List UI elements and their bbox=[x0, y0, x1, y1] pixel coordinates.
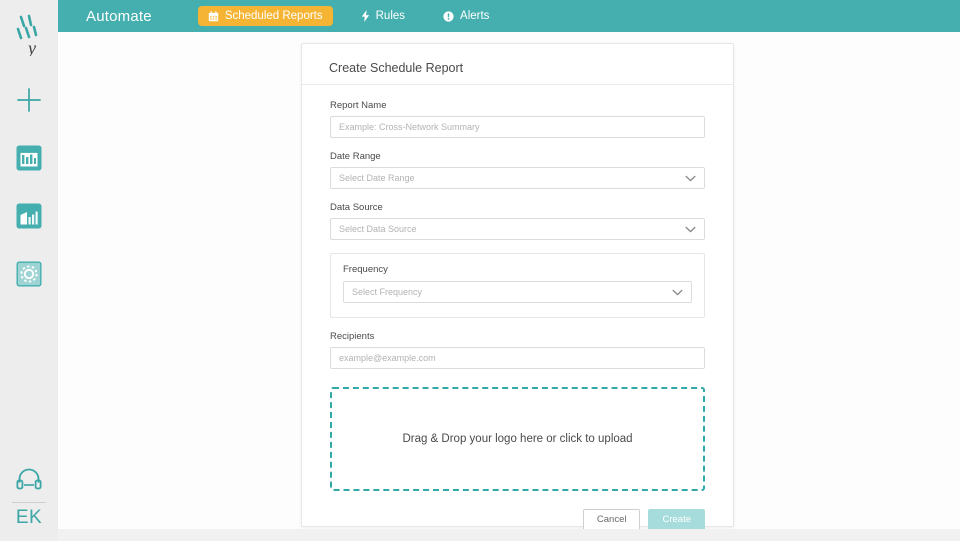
frequency-select[interactable]: Select Frequency bbox=[343, 281, 692, 303]
brand-logo-icon[interactable]: y bbox=[6, 10, 52, 58]
frequency-placeholder: Select Frequency bbox=[352, 287, 423, 297]
page-title: Create Schedule Report bbox=[302, 44, 733, 85]
alert-info-icon bbox=[443, 10, 454, 22]
chevron-down-icon bbox=[672, 289, 683, 296]
tab-rules[interactable]: Rules bbox=[351, 6, 415, 26]
field-report-name: Report Name Example: Cross-Network Summa… bbox=[330, 100, 705, 138]
tab-alerts-label: Alerts bbox=[460, 10, 490, 22]
field-data-source: Data Source Select Data Source bbox=[330, 202, 705, 240]
logo-upload-dropzone[interactable]: Drag & Drop your logo here or click to u… bbox=[330, 387, 705, 491]
tab-rules-label: Rules bbox=[375, 10, 406, 22]
recipients-placeholder: example@example.com bbox=[339, 353, 436, 363]
report-name-label: Report Name bbox=[330, 100, 387, 111]
settings-gear-icon bbox=[16, 261, 42, 287]
headset-icon bbox=[16, 468, 42, 490]
app-title: Automate bbox=[86, 7, 152, 25]
logo-upload-label: Drag & Drop your logo here or click to u… bbox=[402, 433, 633, 445]
sidebar-item-dashboard[interactable] bbox=[7, 136, 51, 180]
bar-chart-icon bbox=[16, 203, 42, 229]
form-actions: Cancel Create bbox=[330, 509, 705, 531]
report-name-placeholder: Example: Cross-Network Summary bbox=[339, 122, 480, 132]
field-date-range: Date Range Select Date Range bbox=[330, 151, 705, 189]
avatar[interactable]: EK bbox=[16, 507, 42, 531]
tab-scheduled-reports-label: Scheduled Reports bbox=[224, 10, 323, 22]
date-range-label: Date Range bbox=[330, 151, 381, 162]
recipients-input[interactable]: example@example.com bbox=[330, 347, 705, 369]
data-source-select[interactable]: Select Data Source bbox=[330, 218, 705, 240]
create-schedule-report-card: Create Schedule Report Report Name Examp… bbox=[301, 43, 734, 531]
schedule-report-form: Report Name Example: Cross-Network Summa… bbox=[330, 85, 705, 531]
lightning-bolt-icon bbox=[361, 10, 370, 22]
frequency-group: Frequency Select Frequency bbox=[330, 253, 705, 318]
report-name-input[interactable]: Example: Cross-Network Summary bbox=[330, 116, 705, 138]
sidebar-bottom: EK bbox=[0, 462, 58, 531]
recipients-label: Recipients bbox=[330, 331, 375, 342]
top-navigation-bar: Automate Scheduled Reports Rules Alerts bbox=[58, 0, 960, 32]
create-button[interactable]: Create bbox=[648, 509, 705, 531]
cancel-button[interactable]: Cancel bbox=[582, 509, 641, 531]
chevron-down-icon bbox=[685, 175, 696, 182]
app-root: y EK Automate Scheduled Reports Rules Al… bbox=[0, 0, 960, 541]
plus-icon bbox=[17, 88, 41, 112]
sidebar: y EK bbox=[0, 0, 58, 541]
field-recipients: Recipients example@example.com bbox=[330, 331, 705, 369]
support-button[interactable] bbox=[9, 462, 49, 496]
svg-text:y: y bbox=[26, 38, 36, 56]
chevron-down-icon bbox=[685, 226, 696, 233]
calendar-icon bbox=[208, 10, 219, 22]
sidebar-item-analytics[interactable] bbox=[7, 194, 51, 238]
data-source-placeholder: Select Data Source bbox=[339, 224, 417, 234]
sidebar-item-add[interactable] bbox=[7, 78, 51, 122]
date-range-placeholder: Select Date Range bbox=[339, 173, 415, 183]
tab-scheduled-reports[interactable]: Scheduled Reports bbox=[197, 6, 333, 26]
dashboard-table-icon bbox=[16, 145, 42, 171]
sidebar-item-settings[interactable] bbox=[7, 252, 51, 296]
data-source-label: Data Source bbox=[330, 202, 383, 213]
date-range-select[interactable]: Select Date Range bbox=[330, 167, 705, 189]
frequency-label: Frequency bbox=[343, 264, 388, 275]
tab-alerts[interactable]: Alerts bbox=[433, 6, 499, 26]
bottom-strip bbox=[58, 529, 960, 541]
sidebar-divider bbox=[12, 502, 46, 503]
